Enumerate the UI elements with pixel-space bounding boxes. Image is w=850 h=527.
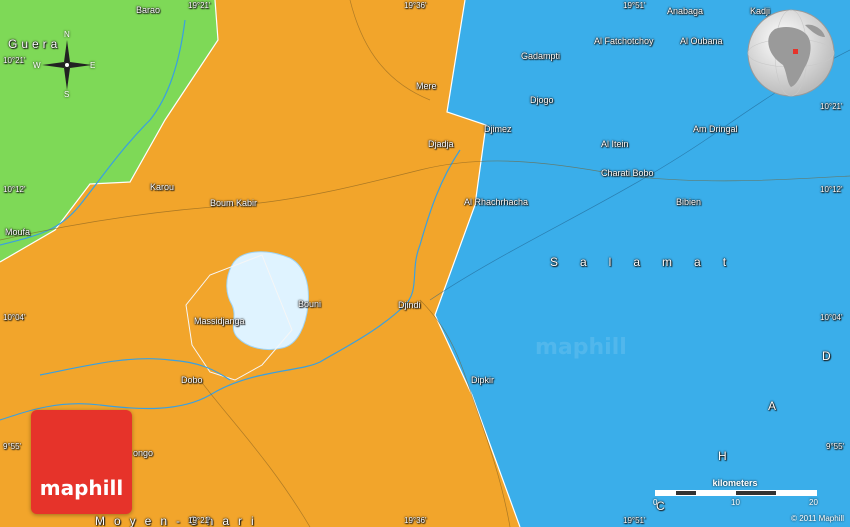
- map-canvas[interactable]: maphill Guera Salamat D A H C Moyen-Char…: [0, 0, 850, 527]
- region-label-chad-3: H: [718, 449, 731, 463]
- scale-seg-1: [656, 491, 676, 495]
- coord-left-2: 10°12': [3, 185, 26, 194]
- place-gadampti[interactable]: Gadampti: [521, 52, 560, 61]
- place-ongo[interactable]: ongo: [133, 449, 153, 458]
- region-label-guera: Guera: [8, 37, 62, 51]
- place-bouni[interactable]: Bouni: [298, 300, 321, 309]
- place-djimez[interactable]: Djimez: [484, 125, 512, 134]
- coord-left-3: 10°04': [3, 313, 26, 322]
- compass-n: N: [64, 30, 70, 39]
- scale-title: kilometers: [712, 478, 758, 488]
- maphill-logo-text: maphill: [39, 476, 124, 500]
- place-mere[interactable]: Mere: [416, 82, 437, 91]
- region-label-salamat: Salamat: [550, 255, 749, 269]
- coord-bottom-2: 19°36': [404, 516, 427, 525]
- map-watermark: maphill: [535, 335, 627, 360]
- scale-tick-20: 20: [809, 498, 818, 507]
- region-label-chad-2: A: [768, 399, 781, 413]
- place-djogo[interactable]: Djogo: [530, 96, 554, 105]
- place-al-fatchotchoy[interactable]: Al Fatchotchoy: [594, 37, 654, 46]
- coord-top-1: 19°21': [188, 1, 211, 10]
- place-dipkir[interactable]: Dipkir: [471, 376, 494, 385]
- place-al-rhachrhacha[interactable]: Al Rhachrhacha: [464, 198, 528, 207]
- place-massidjanga[interactable]: Massidjanga: [194, 317, 245, 326]
- coord-left-1: 10°21': [3, 56, 26, 65]
- place-anabaga[interactable]: Anabaga: [667, 7, 703, 16]
- coord-top-3: 19°51': [623, 1, 646, 10]
- coord-top-2: 19°36': [404, 1, 427, 10]
- place-al-oubana[interactable]: Al Oubana: [680, 37, 723, 46]
- coord-right-4: 9°55': [826, 442, 845, 451]
- lake-iro: [226, 251, 309, 351]
- scale-bar-track: [655, 490, 817, 496]
- place-djindi[interactable]: Djindi: [398, 301, 421, 310]
- place-charati-bobo[interactable]: Charati Bobo: [601, 169, 654, 178]
- scale-tick-10: 10: [731, 498, 740, 507]
- place-karou[interactable]: Karou: [150, 183, 174, 192]
- coord-right-2: 10°12': [820, 185, 843, 194]
- region-label-chad-1: D: [822, 349, 835, 363]
- scale-tick-0: 0: [653, 498, 658, 507]
- region-label-chad-4: C: [656, 499, 669, 513]
- compass-e: E: [90, 61, 96, 70]
- place-djadja[interactable]: Djadja: [428, 140, 454, 149]
- coord-right-3: 10°04': [820, 313, 843, 322]
- coord-bottom-3: 19°51': [623, 516, 646, 525]
- scale-seg-3: [776, 491, 816, 495]
- region-label-moyen-chari: Moyen-Chari: [95, 514, 263, 527]
- place-dobo[interactable]: Dobo: [181, 376, 203, 385]
- place-boum-kabir[interactable]: Boum Kabir: [210, 199, 257, 208]
- place-moufa[interactable]: Moufa: [5, 228, 30, 237]
- place-am-dringal[interactable]: Am Dringal: [693, 125, 738, 134]
- coord-bottom-1: 19°21': [188, 516, 211, 525]
- place-al-itein[interactable]: Al Itein: [601, 140, 629, 149]
- copyright-text: © 2011 Maphill: [791, 514, 844, 523]
- maphill-logo[interactable]: maphill: [31, 410, 132, 514]
- place-barao[interactable]: Barao: [136, 6, 160, 15]
- locator-globe-icon: [747, 9, 835, 97]
- scale-seg-2: [696, 491, 736, 495]
- coord-right-1: 10°21': [820, 102, 843, 111]
- compass-s: S: [64, 90, 70, 99]
- place-bibien[interactable]: Bibien: [676, 198, 701, 207]
- coord-left-4: 9°55': [3, 442, 22, 451]
- compass-w: W: [33, 61, 41, 70]
